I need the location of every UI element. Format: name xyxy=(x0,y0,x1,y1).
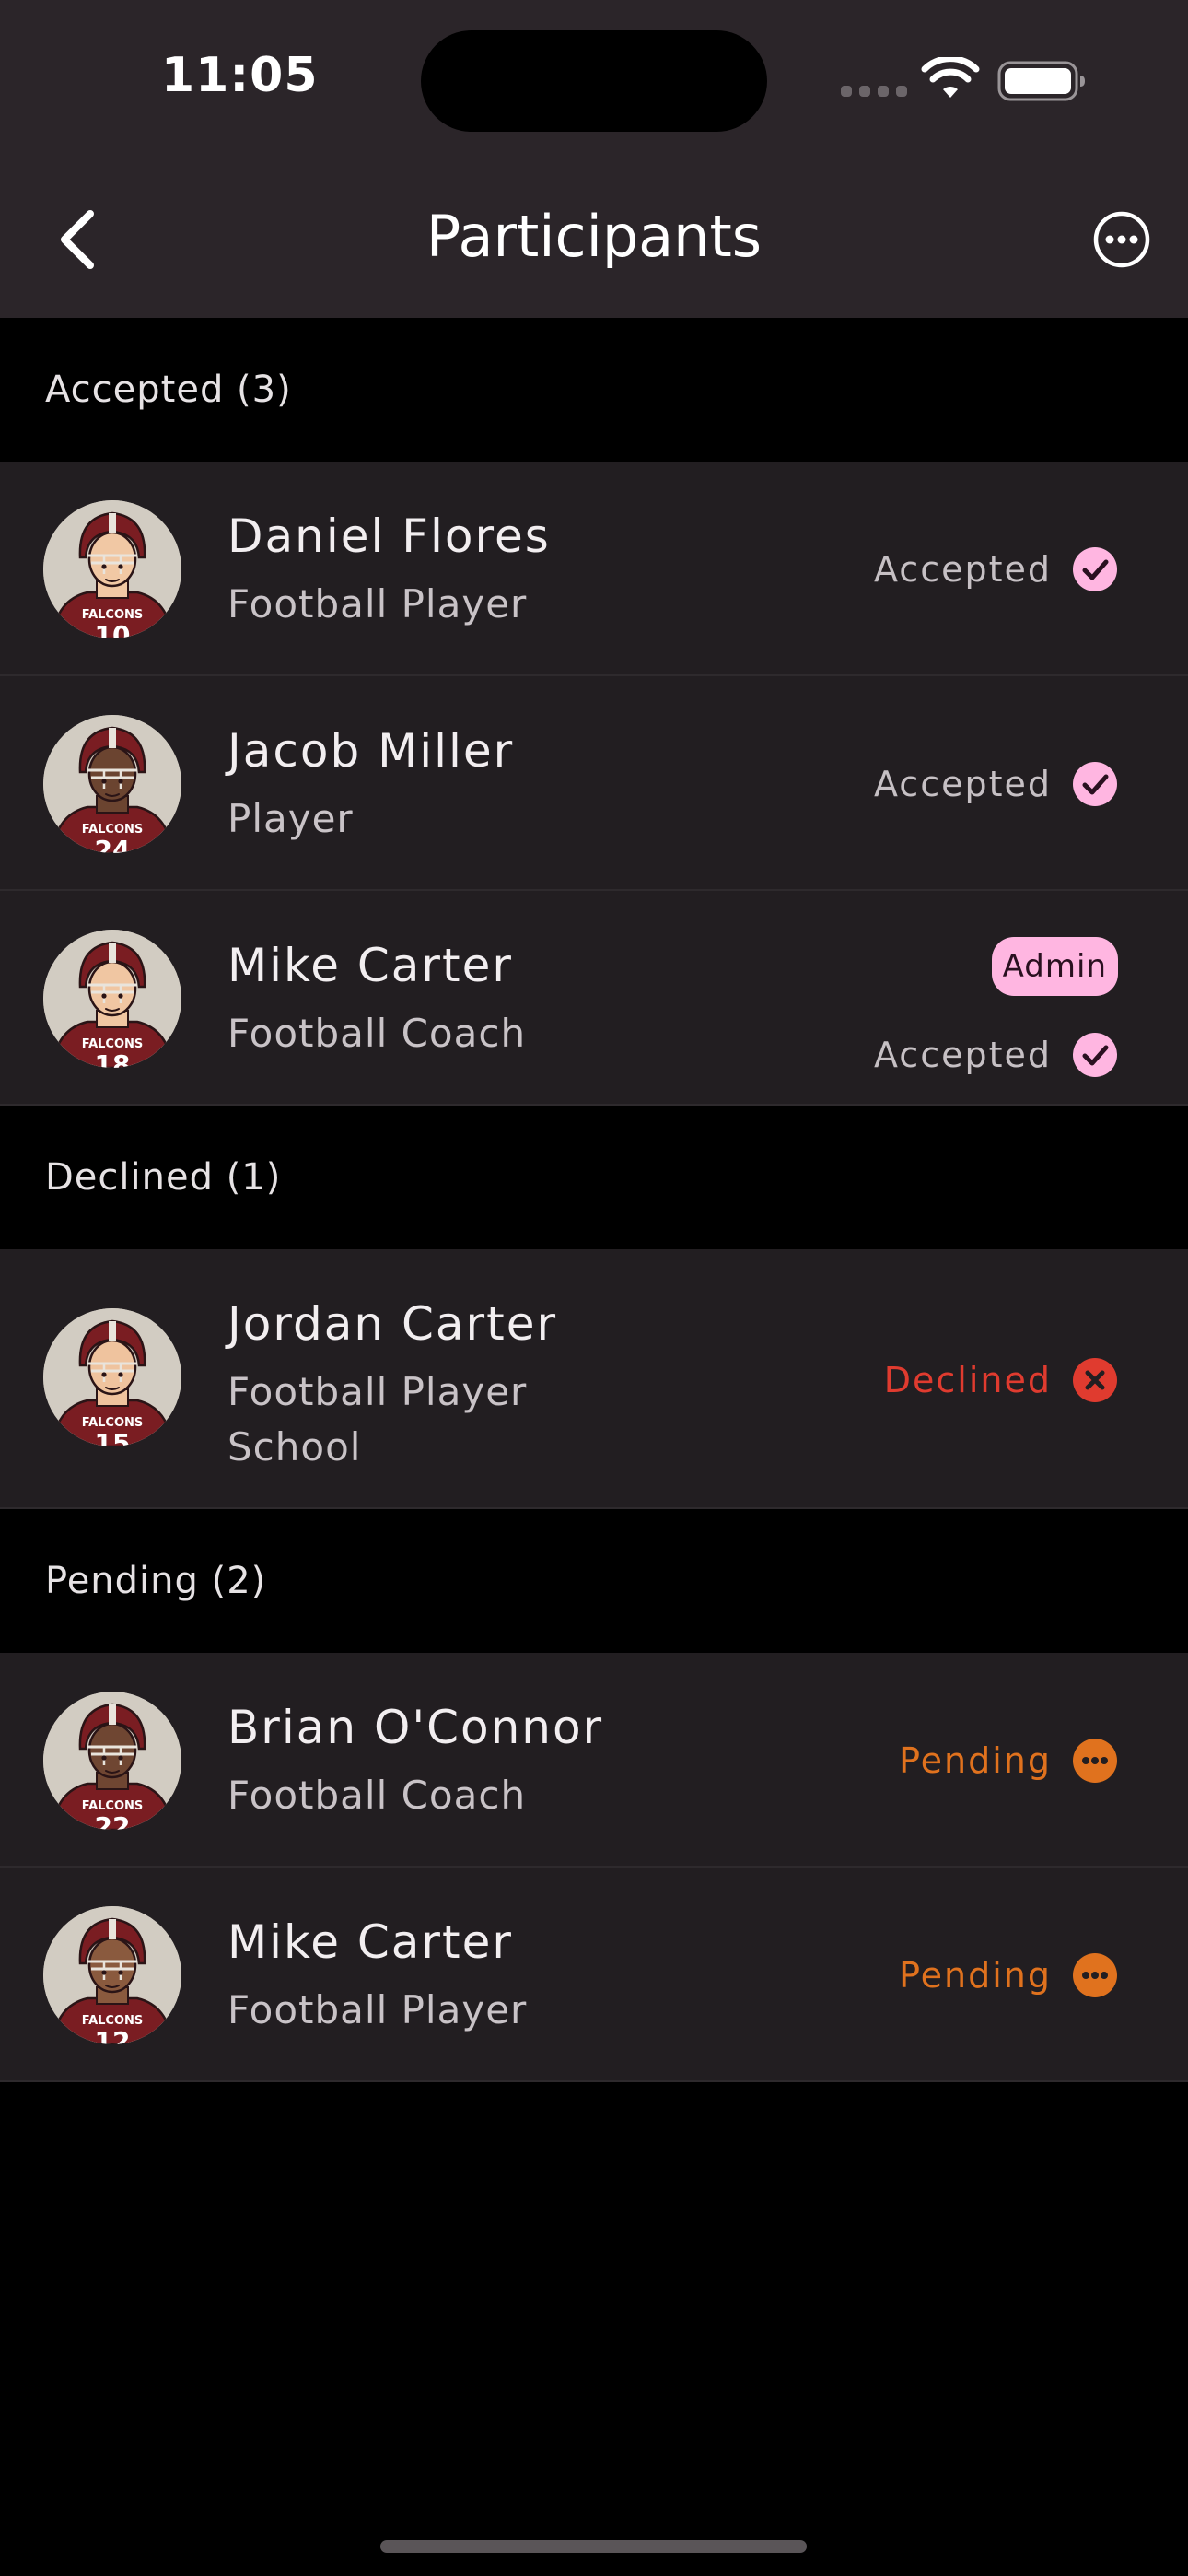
participant-role: Football Player xyxy=(227,1987,528,2032)
participants-screen: 11:05 Participants Accepted (3) FALCONS … xyxy=(0,0,1188,2576)
jersey-number-text: 22 xyxy=(95,1811,131,1830)
status-label: Pending xyxy=(899,1740,1052,1781)
section-header-declined: Declined (1) xyxy=(0,1106,1188,1249)
status-indicator: Declined xyxy=(884,1357,1118,1403)
checkmark-circle-icon xyxy=(1073,762,1117,806)
x-circle-icon xyxy=(1073,1358,1117,1402)
dynamic-island xyxy=(421,30,767,132)
football-player-avatar-image: FALCONS18 xyxy=(43,930,181,1068)
jersey-number-text: 10 xyxy=(95,620,131,638)
page-title: Participants xyxy=(425,203,763,270)
participant-name: Jordan Carter xyxy=(227,1297,558,1351)
avatar: FALCONS 15 xyxy=(43,1308,181,1446)
ellipsis-circle-icon xyxy=(1073,1739,1117,1783)
status-indicator: Accepted xyxy=(874,546,1118,592)
status-label: Declined xyxy=(883,1360,1052,1400)
status-indicator: Pending xyxy=(899,1952,1118,1998)
participant-name: Brian O'Connor xyxy=(227,1701,604,1754)
football-player-avatar-image: FALCONS24 xyxy=(43,715,181,853)
football-player-avatar-image: FALCONS12 xyxy=(43,1906,181,2044)
wifi-icon xyxy=(921,57,980,98)
football-player-avatar-image: FALCONS22 xyxy=(43,1692,181,1830)
avatar: FALCONS 22 xyxy=(43,1692,181,1830)
checkmark-circle-icon xyxy=(1073,547,1117,591)
status-label: Accepted xyxy=(873,764,1052,804)
participant-role: Player xyxy=(227,796,354,841)
participant-role: Football Coach xyxy=(227,1773,527,1818)
jersey-number-text: 18 xyxy=(95,1049,131,1068)
home-indicator[interactable] xyxy=(380,2540,807,2553)
football-player-avatar-image: FALCONS15 xyxy=(43,1308,181,1446)
avatar: FALCONS 24 xyxy=(43,715,181,853)
participant-name: Mike Carter xyxy=(227,939,513,992)
admin-badge: Admin xyxy=(991,937,1118,996)
participant-row[interactable]: FALCONS 12 Mike Carter Football Player Pe… xyxy=(0,1868,1188,2082)
participant-name: Daniel Flores xyxy=(227,509,551,563)
participant-row[interactable]: FALCONS 15 Jordan Carter Football Player … xyxy=(0,1249,1188,1509)
section-header-accepted: Accepted (3) xyxy=(0,318,1188,462)
participant-row[interactable]: FALCONS 10 Daniel Flores Football Player … xyxy=(0,462,1188,676)
participant-role: Football Player xyxy=(227,1369,528,1414)
status-time: 11:05 xyxy=(161,48,319,103)
avatar: FALCONS 10 xyxy=(43,500,181,638)
status-indicator: Accepted xyxy=(874,761,1118,807)
participant-name: Jacob Miller xyxy=(227,724,515,778)
status-indicator: Pending xyxy=(899,1738,1118,1784)
header-area: 11:05 Participants xyxy=(0,0,1188,318)
status-bar: 11:05 xyxy=(0,0,1188,157)
navigation-bar: Participants xyxy=(0,157,1188,318)
more-options-icon[interactable] xyxy=(1092,210,1151,269)
participant-organization: School xyxy=(227,1424,362,1469)
jersey-number-text: 15 xyxy=(95,1428,131,1446)
status-label: Accepted xyxy=(873,549,1052,590)
avatar: FALCONS 18 xyxy=(43,930,181,1068)
football-player-avatar-image: FALCONS10 xyxy=(43,500,181,638)
status-label: Accepted xyxy=(873,1035,1052,1075)
participant-role: Football Player xyxy=(227,581,528,626)
participant-role: Football Coach xyxy=(227,1011,527,1056)
status-label: Pending xyxy=(899,1955,1052,1996)
participants-list: Accepted (3) FALCONS 10 Daniel Flores Foo… xyxy=(0,318,1188,2082)
participant-row[interactable]: FALCONS 24 Jacob Miller Player Accepted xyxy=(0,676,1188,891)
checkmark-circle-icon xyxy=(1073,1033,1117,1077)
section-header-pending: Pending (2) xyxy=(0,1509,1188,1653)
participant-row[interactable]: FALCONS 22 Brian O'Connor Football Coach … xyxy=(0,1653,1188,1868)
battery-icon xyxy=(997,61,1085,101)
participant-row[interactable]: FALCONS 18 Mike Carter Football Coach Adm… xyxy=(0,891,1188,1106)
cellular-signal-icon xyxy=(841,86,907,97)
jersey-number-text: 24 xyxy=(95,835,131,853)
status-indicator: Accepted xyxy=(874,1032,1118,1078)
ellipsis-circle-icon xyxy=(1073,1953,1117,1997)
jersey-number-text: 12 xyxy=(95,2026,131,2044)
avatar: FALCONS 12 xyxy=(43,1906,181,2044)
participant-name: Mike Carter xyxy=(227,1915,513,1969)
back-chevron-icon[interactable] xyxy=(46,203,111,276)
